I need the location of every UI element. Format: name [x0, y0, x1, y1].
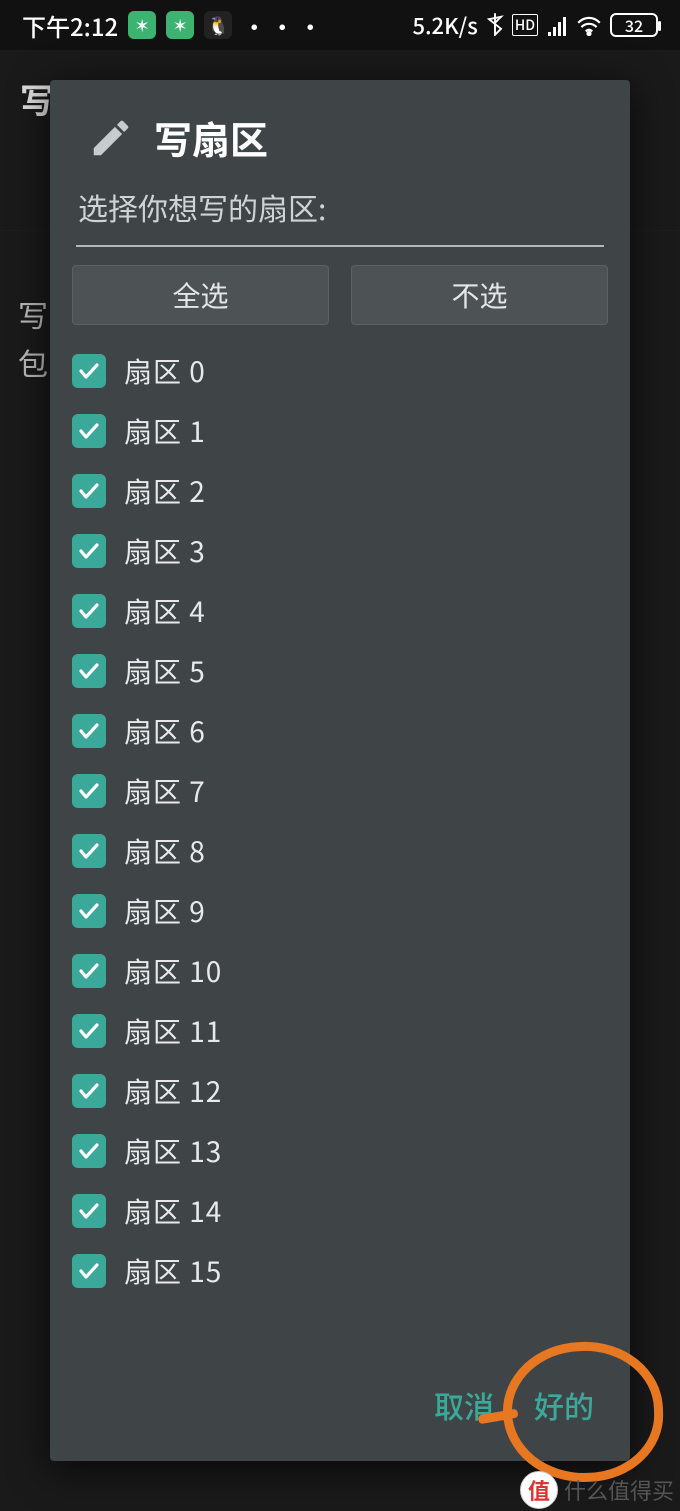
checkbox[interactable]: [72, 954, 106, 988]
ok-button[interactable]: 好的: [534, 1383, 594, 1427]
checkbox[interactable]: [72, 894, 106, 928]
sector-row[interactable]: 扇区 13: [72, 1121, 608, 1181]
dialog-title: 写扇区: [154, 110, 268, 165]
pencil-icon: [88, 115, 134, 161]
sector-row[interactable]: 扇区 5: [72, 641, 608, 701]
cancel-button[interactable]: 取消: [434, 1383, 494, 1427]
sector-label: 扇区 9: [124, 891, 206, 931]
sector-label: 扇区 6: [124, 711, 206, 751]
sector-label: 扇区 3: [124, 531, 206, 571]
sector-label: 扇区 10: [124, 951, 222, 991]
checkbox[interactable]: [72, 654, 106, 688]
select-all-button[interactable]: 全选: [72, 265, 329, 325]
bluetooth-icon: [486, 8, 504, 43]
sector-list: 扇区 0 扇区 1 扇区 2 扇区 3 扇区 4 扇区 5 扇区 6 扇区 7 扇区 8 扇区 9…: [50, 335, 630, 1301]
sector-label: 扇区 8: [124, 831, 206, 871]
status-bar: 下午2:12 ✶ ✶ 🐧 ••• 5.2K/s HD 32: [0, 0, 680, 50]
sector-label: 扇区 0: [124, 351, 206, 391]
wechat-icon: ✶: [128, 11, 156, 39]
battery-icon: 32: [610, 13, 658, 37]
checkbox[interactable]: [72, 834, 106, 868]
sector-row[interactable]: 扇区 2: [72, 461, 608, 521]
sector-row[interactable]: 扇区 7: [72, 761, 608, 821]
checkbox[interactable]: [72, 714, 106, 748]
wechat-icon: ✶: [166, 11, 194, 39]
sector-label: 扇区 11: [124, 1011, 222, 1051]
checkbox[interactable]: [72, 474, 106, 508]
sector-row[interactable]: 扇区 14: [72, 1181, 608, 1241]
select-none-button[interactable]: 不选: [351, 265, 608, 325]
bg-text-fragment: 写: [18, 290, 48, 338]
checkbox[interactable]: [72, 1014, 106, 1048]
sector-row[interactable]: 扇区 10: [72, 941, 608, 1001]
sector-row[interactable]: 扇区 9: [72, 881, 608, 941]
checkbox[interactable]: [72, 1134, 106, 1168]
sector-row[interactable]: 扇区 6: [72, 701, 608, 761]
checkbox[interactable]: [72, 1254, 106, 1288]
sector-row[interactable]: 扇区 4: [72, 581, 608, 641]
sector-row[interactable]: 扇区 8: [72, 821, 608, 881]
checkbox[interactable]: [72, 414, 106, 448]
sector-row[interactable]: 扇区 3: [72, 521, 608, 581]
watermark-text: 什么值得买: [564, 1474, 674, 1506]
qq-icon: 🐧: [204, 11, 232, 39]
clock: 下午2:12: [22, 8, 118, 43]
watermark: 值 什么值得买: [520, 1471, 674, 1509]
checkbox[interactable]: [72, 594, 106, 628]
wifi-icon: [576, 8, 602, 43]
hd-label: HD: [512, 14, 538, 36]
sector-label: 扇区 5: [124, 651, 206, 691]
sector-label: 扇区 12: [124, 1071, 222, 1111]
watermark-badge: 值: [520, 1471, 558, 1509]
sector-label: 扇区 7: [124, 771, 206, 811]
sector-label: 扇区 4: [124, 591, 206, 631]
checkbox[interactable]: [72, 1074, 106, 1108]
sector-label: 扇区 14: [124, 1191, 222, 1231]
sector-row[interactable]: 扇区 11: [72, 1001, 608, 1061]
write-sector-dialog: 写扇区 选择你想写的扇区: 全选 不选 扇区 0 扇区 1 扇区 2 扇区 3 扇区 4…: [50, 80, 630, 1461]
divider: [76, 245, 604, 247]
checkbox[interactable]: [72, 534, 106, 568]
sector-row[interactable]: 扇区 0: [72, 341, 608, 401]
sector-row[interactable]: 扇区 12: [72, 1061, 608, 1121]
sector-label: 扇区 13: [124, 1131, 222, 1171]
checkbox[interactable]: [72, 774, 106, 808]
sector-row[interactable]: 扇区 15: [72, 1241, 608, 1301]
checkbox[interactable]: [72, 354, 106, 388]
signal-icon: [546, 8, 568, 43]
sector-row[interactable]: 扇区 1: [72, 401, 608, 461]
checkbox[interactable]: [72, 1194, 106, 1228]
sector-label: 扇区 2: [124, 471, 206, 511]
network-speed: 5.2K/s: [412, 9, 477, 41]
sector-label: 扇区 1: [124, 411, 206, 451]
sector-label: 扇区 15: [124, 1251, 222, 1291]
bg-text-fragment: 包: [18, 338, 48, 386]
dialog-subtitle: 选择你想写的扇区:: [50, 171, 630, 239]
more-icon: •••: [242, 8, 326, 43]
